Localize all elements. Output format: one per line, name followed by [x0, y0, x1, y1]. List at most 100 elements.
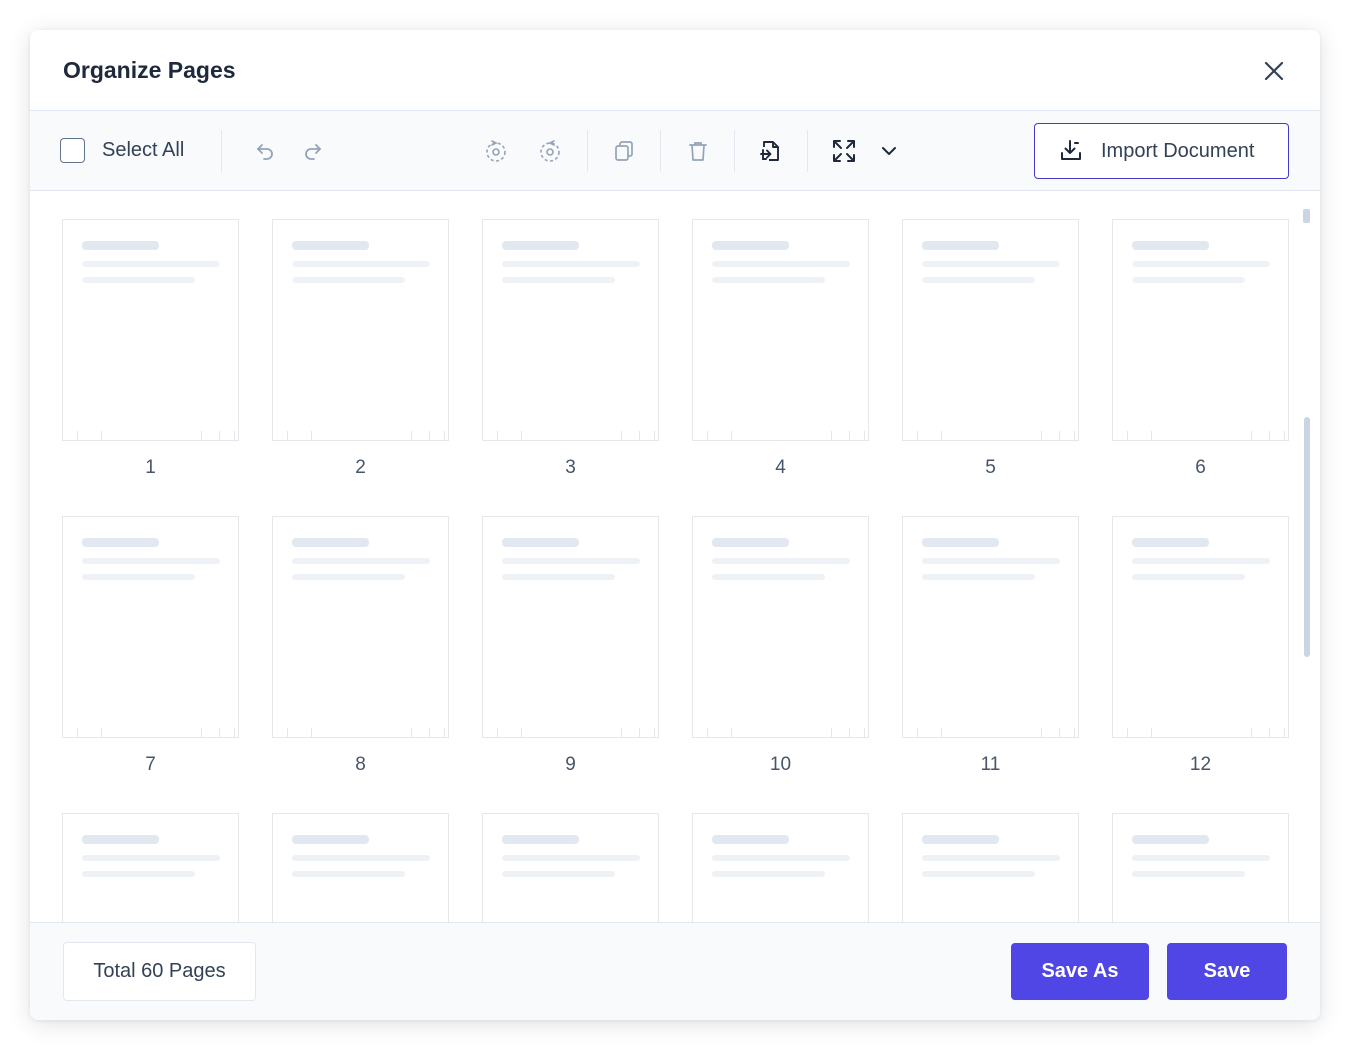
page-tick-mark — [311, 431, 312, 440]
page-tick-mark — [287, 728, 288, 737]
page-tick-mark — [77, 728, 78, 737]
redo-button[interactable] — [297, 135, 329, 167]
page-thumbnail[interactable] — [272, 516, 449, 738]
page-tick-mark — [1059, 431, 1060, 440]
view-options-dropdown[interactable] — [873, 135, 905, 167]
page-placeholder-line — [502, 871, 615, 877]
dialog-footer: Total 60 Pages Save As Save — [30, 922, 1320, 1020]
duplicate-button[interactable] — [608, 135, 640, 167]
page-thumbnail[interactable] — [902, 813, 1079, 922]
page-tick-mark — [917, 431, 918, 440]
page-thumbnail[interactable] — [482, 219, 659, 441]
save-button[interactable]: Save — [1167, 943, 1287, 1000]
page-placeholder-line — [292, 835, 369, 844]
page-placeholder-line — [82, 558, 220, 564]
scrollbar-arrow[interactable] — [1303, 209, 1310, 223]
page-tick-mark — [497, 431, 498, 440]
page-placeholder-line — [82, 261, 220, 267]
page-thumbnail[interactable] — [272, 813, 449, 922]
page-thumbnail[interactable] — [692, 813, 869, 922]
page-grid: 123456789101112131415161718 — [30, 191, 1320, 922]
page-tick-mark — [429, 728, 430, 737]
page-tick-mark — [521, 728, 522, 737]
delete-button[interactable] — [682, 135, 714, 167]
page-placeholder-line — [1132, 538, 1209, 547]
redo-icon — [305, 144, 321, 160]
page-placeholder-line — [922, 277, 1035, 283]
page-placeholder-line — [502, 277, 615, 283]
page-placeholder-line — [82, 277, 195, 283]
rotate-right-button[interactable] — [534, 135, 566, 167]
page-number: 7 — [145, 754, 156, 775]
page-tick-mark — [941, 431, 942, 440]
page-tick-mark — [1151, 728, 1152, 737]
page-number: 4 — [775, 457, 786, 478]
page-tick-mark — [1074, 431, 1075, 440]
page-thumbnail[interactable] — [902, 219, 1079, 441]
page-thumbnail[interactable] — [482, 516, 659, 738]
page-thumbnail[interactable] — [692, 219, 869, 441]
page-tick-mark — [1074, 728, 1075, 737]
page-tick-mark — [219, 431, 220, 440]
page-placeholder-line — [712, 241, 789, 250]
select-all-checkbox[interactable] — [60, 138, 85, 163]
save-as-button[interactable]: Save As — [1011, 943, 1149, 1000]
close-button[interactable] — [1260, 57, 1288, 85]
page-placeholder-line — [502, 538, 579, 547]
page-tick-mark — [219, 728, 220, 737]
page-thumbnail[interactable] — [1112, 516, 1289, 738]
page-tick-mark — [1284, 431, 1285, 440]
page-tick-mark — [917, 728, 918, 737]
page-thumbnail[interactable] — [1112, 813, 1289, 922]
import-document-button[interactable]: Import Document — [1034, 123, 1289, 179]
toolbar: Select All Import Document — [30, 111, 1320, 191]
page-tick-mark — [201, 728, 202, 737]
page-placeholder-line — [922, 835, 999, 844]
page-thumbnail[interactable] — [482, 813, 659, 922]
rotate-right-icon — [540, 140, 560, 162]
page-thumbnail[interactable] — [1112, 219, 1289, 441]
page-tick-mark — [77, 431, 78, 440]
page-number: 2 — [355, 457, 366, 478]
chevron-down-icon — [882, 147, 896, 155]
page-number: 10 — [769, 754, 792, 775]
rotate-left-icon — [486, 140, 506, 162]
page-tick-mark — [1269, 431, 1270, 440]
page-tick-mark — [831, 431, 832, 440]
select-all-label[interactable]: Select All — [102, 139, 184, 162]
page-placeholder-line — [922, 855, 1060, 861]
page-placeholder-line — [1132, 241, 1209, 250]
insert-page-button[interactable] — [754, 135, 786, 167]
page-thumbnail[interactable] — [692, 516, 869, 738]
page-placeholder-line — [82, 835, 159, 844]
toolbar-divider — [587, 130, 588, 172]
page-tick-mark — [707, 431, 708, 440]
undo-button[interactable] — [249, 135, 281, 167]
page-tick-mark — [1251, 431, 1252, 440]
page-thumbnail[interactable] — [62, 516, 239, 738]
page-tick-mark — [639, 431, 640, 440]
page-thumbnail[interactable] — [62, 219, 239, 441]
page-tick-mark — [849, 431, 850, 440]
dialog-header: Organize Pages — [30, 30, 1320, 111]
page-placeholder-line — [1132, 277, 1245, 283]
trash-icon — [689, 142, 707, 161]
page-number: 5 — [985, 457, 996, 478]
page-placeholder-line — [292, 558, 430, 564]
scrollbar-thumb[interactable] — [1304, 417, 1310, 657]
page-placeholder-line — [82, 871, 195, 877]
page-placeholder-line — [292, 241, 369, 250]
page-tick-mark — [941, 728, 942, 737]
toolbar-divider — [221, 130, 222, 172]
fullscreen-button[interactable] — [828, 135, 860, 167]
page-placeholder-line — [712, 855, 850, 861]
page-thumbnail[interactable] — [902, 516, 1079, 738]
page-thumbnail[interactable] — [272, 219, 449, 441]
page-placeholder-line — [502, 241, 579, 250]
page-placeholder-line — [712, 871, 825, 877]
page-tick-mark — [731, 431, 732, 440]
page-number: 1 — [145, 457, 156, 478]
page-thumbnail[interactable] — [62, 813, 239, 922]
rotate-left-button[interactable] — [480, 135, 512, 167]
page-tick-mark — [1269, 728, 1270, 737]
